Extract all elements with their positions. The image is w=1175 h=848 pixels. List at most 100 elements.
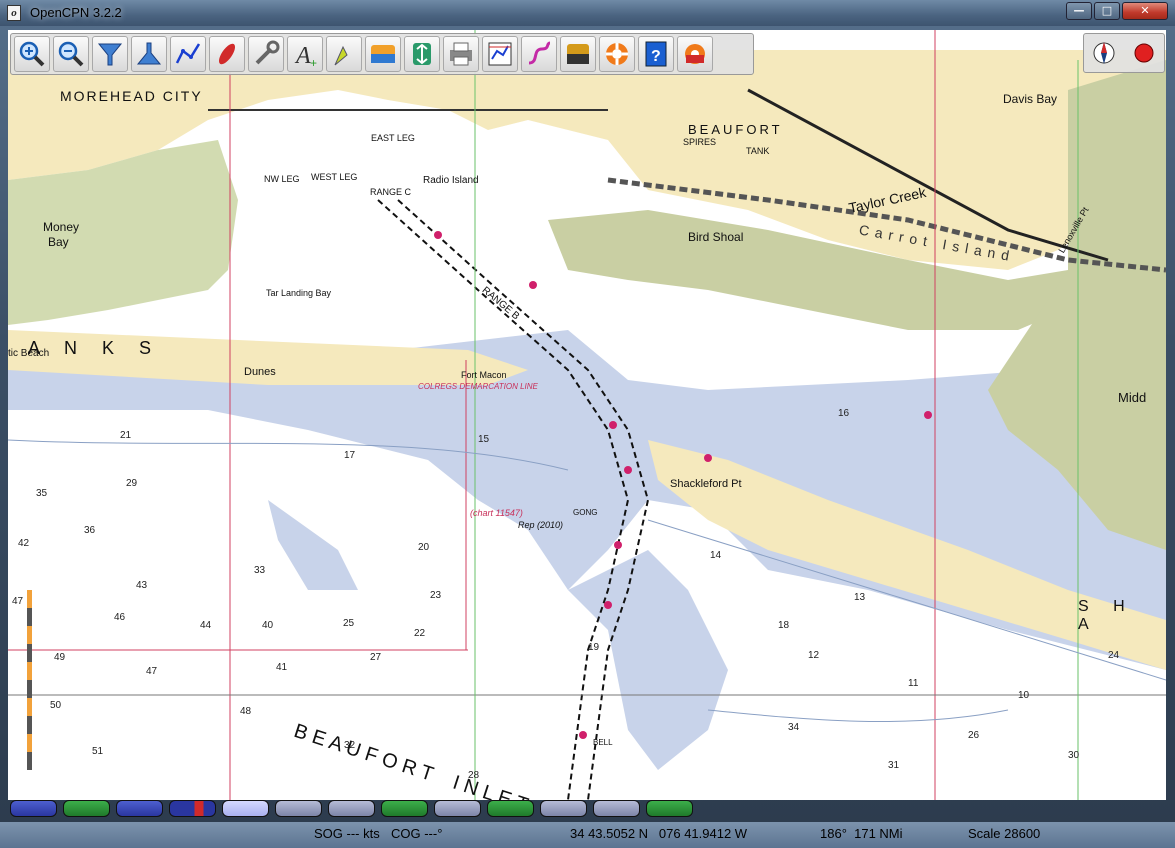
- scale-in-button[interactable]: [92, 36, 128, 72]
- help-icon: ?: [645, 41, 667, 67]
- chart-key[interactable]: [434, 800, 481, 817]
- sounding: 25: [343, 618, 355, 629]
- chart-key[interactable]: [116, 800, 163, 817]
- label-bird: Bird Shoal: [688, 230, 744, 244]
- chart-key[interactable]: [593, 800, 640, 817]
- label-tar: Tar Landing Bay: [266, 288, 332, 298]
- label-spires: SPIRES: [683, 137, 717, 147]
- window-title: OpenCPN 3.2.2: [30, 5, 122, 20]
- label-dunes: Dunes: [244, 366, 276, 378]
- print-button[interactable]: [443, 36, 479, 72]
- compass-icon[interactable]: [1092, 38, 1116, 68]
- label-bell: BELL: [593, 738, 613, 747]
- scale-value: 47: [12, 596, 24, 607]
- sounding: 13: [854, 592, 866, 603]
- sog-readout: SOG --- kts: [314, 826, 380, 841]
- label-rep: Rep (2010): [518, 520, 564, 530]
- track-button[interactable]: [521, 36, 557, 72]
- label-colregs: COLREGS DEMARCATION LINE: [418, 382, 538, 391]
- label-shackleford: Shackleford Pt: [670, 478, 742, 490]
- scale-out-button[interactable]: [131, 36, 167, 72]
- text-button[interactable]: A +: [287, 36, 323, 72]
- route-manager-icon: [488, 42, 512, 66]
- auto-follow-button[interactable]: [209, 36, 245, 72]
- ship-icon: [218, 43, 236, 65]
- sounding: 17: [344, 450, 356, 461]
- chart-key[interactable]: [63, 800, 110, 817]
- position-readout: 34 43.5052 N 076 41.9412 W: [570, 826, 748, 841]
- chart-key[interactable]: [540, 800, 587, 817]
- ais-button[interactable]: [677, 36, 713, 72]
- sounding: 46: [114, 612, 126, 623]
- text-icon: A +: [294, 43, 317, 69]
- chart-key[interactable]: [222, 800, 269, 817]
- sounding: 11: [908, 678, 919, 689]
- quilt-button[interactable]: [404, 36, 440, 72]
- chart-key[interactable]: [328, 800, 375, 817]
- route-button[interactable]: [170, 36, 206, 72]
- label-beach: tic Beach: [8, 348, 50, 359]
- sounding: 12: [808, 650, 820, 661]
- label-radio: Radio Island: [423, 175, 479, 186]
- sounding: 18: [778, 620, 790, 631]
- route-manager-button[interactable]: [482, 36, 518, 72]
- label-rangec: RANGE C: [370, 187, 412, 197]
- svg-text:?: ?: [651, 48, 661, 65]
- sounding: 27: [370, 652, 382, 663]
- status-widget: [1083, 33, 1165, 73]
- sounding: 30: [1068, 750, 1080, 761]
- label-tank: TANK: [746, 146, 770, 156]
- main-toolbar: A + ?: [10, 33, 754, 75]
- minimize-button[interactable]: —: [1066, 2, 1092, 20]
- sounding: 49: [54, 652, 66, 663]
- current-button[interactable]: [326, 36, 362, 72]
- quilt-icon: [413, 43, 431, 65]
- sounding: 34: [788, 722, 800, 733]
- sounding: 23: [430, 590, 442, 601]
- maximize-button[interactable]: □: [1094, 2, 1120, 20]
- label-fortmacon: Fort Macon: [461, 370, 507, 380]
- chart-key[interactable]: [487, 800, 534, 817]
- zoom-in-button[interactable]: [14, 36, 50, 72]
- sounding: 44: [200, 620, 212, 631]
- chart-key[interactable]: [10, 800, 57, 817]
- label-gong: GONG: [573, 508, 598, 517]
- sounding: 48: [240, 706, 252, 717]
- sounding: 32: [344, 740, 356, 751]
- cog-readout: COG ---°: [391, 826, 443, 841]
- color-scheme-button[interactable]: [560, 36, 596, 72]
- chart-canvas[interactable]: MOREHEAD CITY BEAUFORT Taylor Creek Bird…: [8, 30, 1166, 800]
- sounding: 16: [838, 408, 850, 419]
- sounding: 43: [136, 580, 148, 591]
- mob-button[interactable]: [599, 36, 635, 72]
- sounding: 33: [254, 565, 266, 576]
- sounding: 19: [588, 642, 600, 653]
- help-button[interactable]: ?: [638, 36, 674, 72]
- close-button[interactable]: ✕: [1122, 2, 1168, 20]
- tide-button[interactable]: [365, 36, 401, 72]
- route-icon: [175, 43, 201, 64]
- app-icon: o: [7, 5, 21, 21]
- chart-key[interactable]: [169, 800, 216, 817]
- label-westleg: WEST LEG: [311, 172, 358, 182]
- chart-key[interactable]: [381, 800, 428, 817]
- title-bar: o OpenCPN 3.2.2 — □ ✕: [0, 0, 1175, 26]
- zoom-out-button[interactable]: [53, 36, 89, 72]
- nautical-chart: [8, 30, 1166, 800]
- bearing-readout: 186° 171 NMi: [820, 826, 903, 841]
- sounding: 36: [84, 525, 96, 536]
- sounding: 40: [262, 620, 274, 631]
- scale-readout: Scale 28600: [968, 826, 1041, 841]
- settings-button[interactable]: [248, 36, 284, 72]
- label-sha: S H A: [1078, 598, 1135, 633]
- sounding: 35: [36, 488, 48, 499]
- chart-key[interactable]: [646, 800, 693, 817]
- sounding: 21: [120, 430, 132, 441]
- funnel-up-icon: [136, 42, 162, 65]
- record-icon[interactable]: [1132, 41, 1156, 65]
- sounding: 10: [1018, 690, 1030, 701]
- chart-key[interactable]: [275, 800, 322, 817]
- chart-piano-bar: [10, 800, 693, 820]
- ais-icon: [685, 44, 705, 64]
- svg-text:A: A: [294, 43, 311, 69]
